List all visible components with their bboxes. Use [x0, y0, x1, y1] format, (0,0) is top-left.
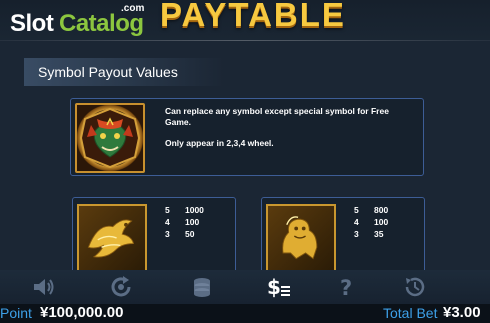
payout-row: 3 35	[354, 228, 414, 240]
coins-button[interactable]	[187, 273, 217, 301]
golden-lion-icon	[266, 204, 336, 274]
svg-text:?: ?	[340, 276, 352, 300]
wild-description: Can replace any symbol except special sy…	[165, 106, 389, 127]
payout-value: 1000	[185, 205, 204, 215]
svg-text:$: $	[267, 275, 281, 299]
payout-count: 3	[354, 229, 359, 239]
sound-icon	[34, 279, 54, 295]
help-button[interactable]: ?	[332, 273, 362, 301]
sound-button[interactable]	[28, 273, 58, 301]
paytable-icon: $	[267, 275, 290, 299]
total-bet-value: ¥3.00	[443, 304, 481, 321]
logo-catalog-text: Catalog	[59, 10, 144, 37]
autospin-icon	[111, 276, 131, 297]
dragon-wild-icon	[75, 103, 145, 173]
payout-value: 100	[185, 217, 200, 227]
phoenix-payout-table: 5 1000 4 100 3 50	[165, 204, 225, 240]
top-bar: Slot Catalog .com PAYTABLE	[0, 0, 490, 40]
logo-com-text: .com	[121, 3, 145, 14]
coins-icon	[194, 278, 210, 297]
phoenix-symbol-card: 5 1000 4 100 3 50	[72, 197, 236, 279]
status-bar: Point ¥100,000.00 Total Bet ¥3.00	[0, 304, 490, 323]
golden-phoenix-icon	[77, 204, 147, 274]
payout-row: 3 50	[165, 228, 225, 240]
payout-count: 5	[165, 205, 170, 215]
paytable-button[interactable]: $	[264, 273, 294, 301]
payout-count: 5	[354, 205, 359, 215]
payout-count: 4	[354, 217, 359, 227]
payout-count: 3	[165, 229, 170, 239]
section-header: Symbol Payout Values	[24, 58, 224, 86]
logo-slot-text: Slot	[10, 10, 54, 37]
wild-symbol-card: Can replace any symbol except special sy…	[70, 98, 424, 176]
help-icon: ?	[340, 276, 352, 300]
page-title: PAYTABLE	[160, 0, 346, 33]
payout-value: 35	[374, 229, 384, 239]
header-divider	[0, 40, 490, 41]
autospin-button[interactable]	[106, 273, 136, 301]
history-button[interactable]	[400, 273, 430, 301]
total-bet-label: Total Bet	[383, 305, 438, 321]
payout-count: 4	[165, 217, 170, 227]
payout-row: 4 100	[165, 216, 225, 228]
lion-payout-table: 5 800 4 100 3 35	[354, 204, 414, 240]
payout-value: 100	[374, 217, 389, 227]
payout-row: 5 800	[354, 204, 414, 216]
point-value: ¥100,000.00	[40, 304, 124, 321]
lion-symbol-card: 5 800 4 100 3 35	[261, 197, 425, 279]
payout-value: 50	[185, 229, 195, 239]
history-icon	[405, 277, 425, 297]
payout-row: 5 1000	[165, 204, 225, 216]
wild-reels-note: Only appear in 2,3,4 wheel.	[165, 138, 274, 148]
control-bar: $ ?	[0, 270, 490, 304]
payout-row: 4 100	[354, 216, 414, 228]
section-header-label: Symbol Payout Values	[38, 64, 178, 80]
point-label: Point	[0, 305, 32, 321]
payout-value: 800	[374, 205, 389, 215]
